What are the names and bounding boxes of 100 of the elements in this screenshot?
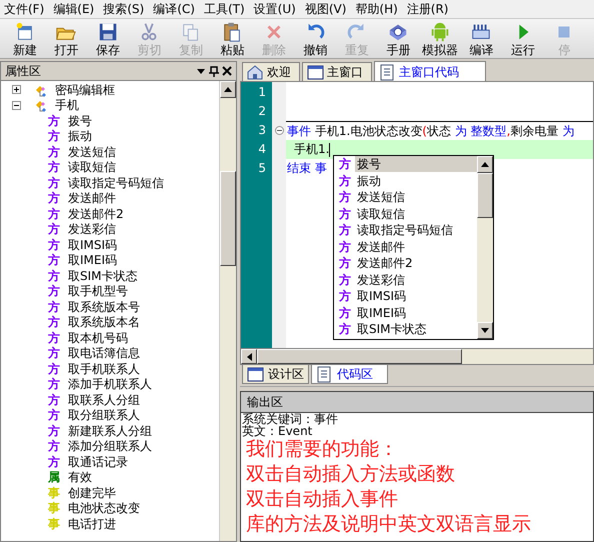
event-label: 事	[47, 516, 61, 531]
toolbar-button[interactable]: 运行	[502, 19, 544, 58]
tree-item[interactable]: 读取指定号码短信	[68, 174, 164, 192]
tree-item[interactable]: 振动	[68, 127, 92, 146]
method-label: 方	[47, 300, 61, 314]
method-label: 方	[47, 160, 61, 174]
toolbar-button[interactable]: 打开	[46, 19, 87, 58]
method-label: 方	[47, 408, 61, 422]
tree-item[interactable]: 取电话簿信息	[68, 344, 140, 362]
toolbar-button[interactable]: 模拟器	[419, 19, 460, 58]
toolbar-button[interactable]: 撤销	[294, 19, 336, 58]
down-arrow-icon	[481, 328, 489, 333]
suggestion-item[interactable]: 取SIM卡状态	[355, 321, 477, 338]
editor-tab[interactable]: 主窗口	[302, 62, 372, 81]
tree-item[interactable]: 取通话记录	[68, 452, 128, 471]
tree-item[interactable]: 发送短信	[68, 142, 116, 161]
code-line: 手机1.	[294, 142, 330, 156]
tree-item[interactable]: 取联系人分组	[68, 390, 140, 409]
view-tab[interactable]: 设计区	[242, 365, 309, 384]
line-number: 5	[257, 160, 267, 177]
dropdown-icon	[196, 66, 206, 76]
tree-item[interactable]: 取系统版本号	[68, 298, 140, 316]
toolbar-button[interactable]: 新建	[4, 19, 46, 58]
tree-item[interactable]: 取IMSI码	[68, 236, 118, 254]
tree-item[interactable]: 新建联系人分组	[68, 422, 152, 440]
tree-item[interactable]: 手机	[55, 96, 79, 114]
suggestion-item[interactable]: 发送邮件	[355, 238, 477, 255]
tree-item[interactable]: 读取短信	[68, 158, 116, 176]
tree-item[interactable]: 电池状态改变	[68, 499, 140, 518]
tree-item[interactable]: 添加手机联系人	[68, 375, 152, 394]
scroll-left-button[interactable]	[241, 349, 257, 364]
collapse-toggle[interactable]	[12, 100, 21, 110]
home-icon	[246, 63, 264, 81]
tree-item[interactable]: 创建完毕	[68, 484, 116, 502]
menu-item[interactable]: 编译(C)	[153, 2, 195, 16]
tree-item[interactable]: 取SIM卡状态	[68, 266, 138, 285]
up-arrow-icon	[224, 87, 232, 92]
method-label: 方	[338, 190, 352, 204]
tree-item[interactable]: 取手机联系人	[68, 360, 140, 378]
tree-item[interactable]: 发送邮件2	[68, 204, 124, 223]
suggestion-item[interactable]: 发送彩信	[355, 272, 477, 288]
tree-item[interactable]: 发送彩信	[68, 220, 116, 238]
tree-item[interactable]: 取分组联系人	[68, 406, 140, 424]
scroll-down-button[interactable]	[477, 322, 493, 339]
suggestion-item[interactable]: 读取短信	[355, 206, 477, 222]
editor-tab[interactable]: 欢迎	[242, 62, 300, 81]
toolbar-button[interactable]: 粘贴	[212, 19, 253, 58]
method-label: 方	[47, 424, 61, 438]
menu-item[interactable]: 编辑(E)	[53, 2, 94, 16]
expand-toggle[interactable]	[12, 85, 21, 94]
menu-item[interactable]: 设置(U)	[254, 2, 296, 16]
toolbar-button[interactable]: 手册	[378, 19, 419, 58]
tree-item[interactable]: 拨号	[68, 112, 92, 130]
suggestion-item[interactable]: 取IMEI码	[355, 304, 477, 321]
scroll-up-button[interactable]	[220, 81, 236, 98]
tree-item[interactable]: 取本机号码	[68, 328, 128, 347]
menu-item[interactable]: 帮助(H)	[355, 2, 398, 16]
toolbar-button[interactable]: 编译	[460, 19, 502, 58]
scroll-up-button[interactable]	[477, 156, 493, 173]
tree-item[interactable]: 有效	[68, 468, 92, 486]
suggestion-item[interactable]: 发送短信	[355, 189, 477, 206]
menu-item[interactable]: 搜索(S)	[103, 2, 144, 16]
suggestion-item[interactable]: 取IMSI码	[355, 288, 477, 304]
method-label: 方	[47, 284, 61, 298]
method-label: 方	[338, 289, 352, 304]
suggestion-item[interactable]: 拨号	[355, 156, 477, 172]
suggestion-item[interactable]: 振动	[355, 172, 477, 189]
tree-item[interactable]: 取手机型号	[68, 282, 128, 300]
menu-item[interactable]: 工具(T)	[204, 2, 245, 16]
menu-item[interactable]: 注册(R)	[406, 2, 448, 16]
method-label: 方	[338, 306, 352, 320]
scrollbar-thumb[interactable]	[220, 171, 236, 266]
line-number: 3	[257, 122, 267, 139]
scrollbar-thumb[interactable]	[257, 349, 462, 364]
line-number: 1	[257, 84, 267, 101]
fold-toggle[interactable]	[274, 126, 284, 135]
tree-item[interactable]: 添加分组联系人	[68, 437, 152, 456]
tree-item[interactable]: 密码编辑框	[55, 81, 115, 99]
method-label: 方	[47, 330, 61, 345]
method-label: 方	[47, 176, 61, 190]
method-label: 方	[338, 272, 352, 287]
event-label: 事	[47, 486, 61, 500]
method-label: 方	[47, 191, 61, 206]
suggestion-item[interactable]: 读取指定号码短信	[355, 222, 477, 238]
method-label: 方	[47, 129, 61, 144]
method-label: 方	[47, 346, 61, 360]
tree-item[interactable]: 取IMEI码	[68, 251, 118, 270]
menu-item[interactable]: 视图(V)	[304, 2, 346, 16]
method-label: 方	[338, 256, 352, 270]
menu-item[interactable]: 文件(F)	[4, 2, 44, 16]
text-cursor	[329, 142, 330, 157]
view-tab[interactable]: 代码区	[311, 365, 388, 384]
tree-item[interactable]: 取系统版本名	[68, 313, 140, 332]
suggestion-item[interactable]: 发送邮件2	[355, 255, 477, 272]
scrollbar-thumb[interactable]	[477, 173, 493, 218]
editor-tab[interactable]: 主窗口代码	[374, 61, 486, 81]
tree-item[interactable]: 电话打进	[68, 514, 116, 533]
toolbar-button[interactable]: 保存	[87, 19, 128, 58]
tree-item[interactable]: 发送邮件	[68, 189, 116, 208]
component-icon	[35, 98, 49, 112]
